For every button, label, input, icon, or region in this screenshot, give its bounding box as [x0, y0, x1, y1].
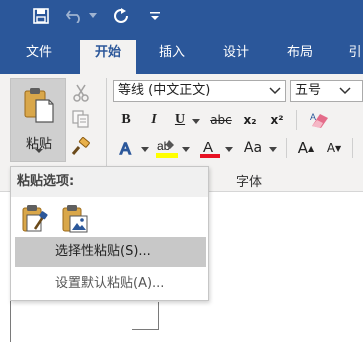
tab-file[interactable]: 文件 [14, 40, 64, 74]
font-size-value: 五号 [295, 83, 322, 98]
tab-home[interactable]: 开始 [80, 40, 136, 74]
paste-dropdown-caret[interactable] [35, 149, 43, 153]
change-case-button[interactable]: Aa [240, 138, 266, 158]
undo-dropdown-icon[interactable] [88, 5, 98, 27]
chevron-down-icon[interactable] [335, 81, 355, 101]
svg-text:A: A [310, 112, 316, 122]
margin-marker [158, 302, 159, 330]
format-painter-icon[interactable] [70, 136, 92, 158]
paste-button[interactable]: 粘贴 [10, 78, 66, 162]
paste-options-header: 粘贴选项: [11, 167, 208, 197]
grow-font-button[interactable]: A ▲ [296, 138, 316, 158]
svg-text:A: A [203, 139, 213, 156]
group-divider [106, 78, 107, 174]
font-group-label: 字体 [236, 175, 263, 190]
row-divider [352, 138, 353, 158]
paste-as-picture-icon[interactable] [61, 203, 89, 235]
keep-source-formatting-icon[interactable] [21, 203, 49, 235]
subscript-button[interactable]: x₂ [240, 110, 260, 130]
tab-design[interactable]: 设计 [210, 40, 262, 74]
svg-text:A: A [120, 141, 131, 158]
strikethrough-button[interactable]: abc [207, 110, 235, 130]
bold-button[interactable]: B [116, 110, 136, 130]
title-bar [0, 0, 363, 32]
font-color-dropdown-icon[interactable] [224, 144, 234, 154]
clear-formatting-icon[interactable]: A [308, 108, 332, 132]
paste-special-item[interactable]: 选择性粘贴(S)... [15, 237, 206, 267]
font-size-combo[interactable]: 五号 [290, 80, 363, 102]
row-divider [296, 110, 297, 130]
shrink-font-button[interactable]: A ▼ [324, 138, 344, 158]
change-case-dropdown-icon[interactable] [268, 144, 278, 154]
undo-icon[interactable] [64, 5, 86, 27]
ribbon-tabs: 文件 开始 插入 设计 布局 引 [0, 32, 363, 74]
font-color-icon[interactable]: A [198, 136, 222, 160]
set-default-paste-item[interactable]: 设置默认粘贴(A)... [15, 269, 206, 299]
row-divider [286, 138, 287, 158]
highlight-icon[interactable]: ab [154, 136, 180, 160]
tab-insert[interactable]: 插入 [146, 40, 198, 74]
customize-toolbar-icon[interactable] [148, 5, 162, 27]
underline-dropdown-icon[interactable] [191, 116, 201, 126]
tab-references[interactable]: 引 [340, 40, 363, 74]
grow-font-label: A [297, 139, 309, 157]
margin-marker [132, 329, 159, 330]
copy-icon[interactable] [70, 108, 92, 130]
font-name-value: 等线 (中文正文) [118, 83, 211, 98]
italic-button[interactable]: I [144, 110, 164, 130]
chevron-down-icon[interactable] [265, 81, 285, 101]
highlight-dropdown-icon[interactable] [181, 144, 191, 154]
redo-icon[interactable] [110, 5, 132, 27]
tab-layout[interactable]: 布局 [274, 40, 326, 74]
font-name-combo[interactable]: 等线 (中文正文) [113, 80, 286, 102]
text-effects-dropdown-icon[interactable] [140, 144, 150, 154]
cut-icon[interactable] [70, 82, 92, 104]
shrink-font-label: A [326, 141, 336, 155]
superscript-button[interactable]: x² [266, 110, 288, 130]
paste-options-menu: 粘贴选项: 选择性粘贴(S)... 设置默认粘贴(A)... [10, 166, 209, 301]
underline-button[interactable]: U [170, 110, 190, 130]
text-effects-icon[interactable]: A [116, 138, 138, 158]
clipboard-icon [21, 85, 57, 125]
save-icon[interactable] [30, 5, 52, 27]
